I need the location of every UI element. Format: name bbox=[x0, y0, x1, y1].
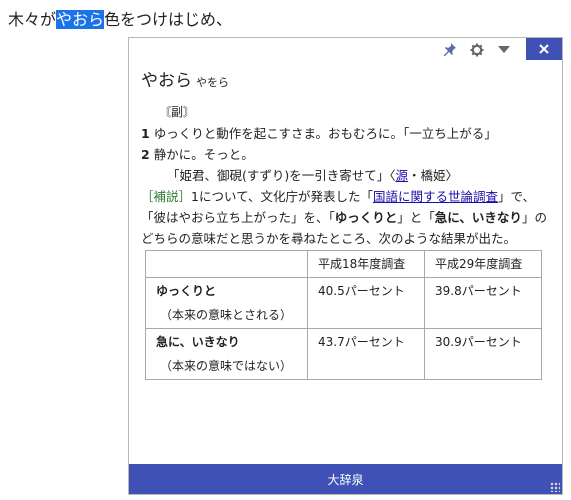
row-label: 急に、いきなり （本来の意味ではない） bbox=[145, 328, 308, 380]
table-header-cell: 平成29年度調査 bbox=[424, 250, 542, 278]
note-bold: ゆっくりと bbox=[334, 210, 398, 225]
table-row: 急に、いきなり （本来の意味ではない） 43.7パーセント 30.9パーセント bbox=[145, 328, 542, 380]
resize-handle[interactable] bbox=[550, 482, 560, 492]
table-header-row: 平成18年度調査 平成29年度調査 bbox=[145, 250, 542, 278]
def-number: 1 bbox=[141, 126, 150, 141]
close-button[interactable] bbox=[526, 38, 562, 60]
text-before: 木々が bbox=[8, 10, 57, 29]
headword: やおら やをら bbox=[141, 68, 552, 96]
note-text: 」と「 bbox=[397, 210, 435, 225]
note-bold: 急に、いきなり bbox=[434, 210, 522, 225]
popup-toolbar bbox=[129, 38, 562, 62]
table-cell: 40.5パーセント bbox=[307, 277, 425, 329]
table-row: ゆっくりと （本来の意味とされる） 40.5パーセント 39.8パーセント bbox=[145, 277, 542, 329]
close-icon bbox=[539, 44, 549, 54]
table-header-cell: 平成18年度調査 bbox=[307, 250, 425, 278]
survey-link[interactable]: 国語に関する世論調査 bbox=[373, 189, 498, 204]
row-label-sub: （本来の意味ではない） bbox=[160, 359, 293, 373]
supplementary-note: ［補説］1について、文化庁が発表した「国語に関する世論調査」で、「彼はやおら立ち… bbox=[141, 186, 552, 249]
headword-text: やおら bbox=[141, 71, 192, 91]
chevron-down-icon[interactable] bbox=[495, 41, 513, 59]
row-label-main: ゆっくりと bbox=[156, 284, 217, 298]
text-after: 色をつけはじめ、 bbox=[104, 10, 233, 29]
popup-footer[interactable]: 大辞泉 bbox=[129, 464, 562, 494]
headword-reading: やをら bbox=[196, 76, 229, 89]
note-tag: ［補説］ bbox=[141, 189, 192, 204]
popup-content: やおら やをら 〘副〙 1 ゆっくりと動作を起こすさま。おもむろに。「一立ち上がる」… bbox=[141, 68, 552, 380]
example-quote: 「姫君、御硯(すずり)を一引き寄せて」〈源・橋姫〉 bbox=[141, 165, 552, 186]
table-cell: 39.8パーセント bbox=[424, 277, 542, 329]
row-label: ゆっくりと （本来の意味とされる） bbox=[145, 277, 308, 329]
quote-rest: ・橋姫〉 bbox=[408, 168, 459, 183]
pin-icon[interactable] bbox=[441, 41, 459, 59]
survey-table: 平成18年度調査 平成29年度調査 ゆっくりと （本来の意味とされる） 40.5パ… bbox=[145, 250, 542, 380]
note-text: 1について、文化庁が発表した「 bbox=[191, 189, 373, 204]
def-text: ゆっくりと動作を起こすさま。おもむろに。「一立ち上がる」 bbox=[153, 126, 497, 141]
definition-2: 2 静かに。そっと。 bbox=[141, 144, 552, 165]
part-of-speech: 〘副〙 bbox=[159, 105, 196, 119]
table-header-cell bbox=[145, 250, 308, 278]
table-cell: 43.7パーセント bbox=[307, 328, 425, 380]
definition-1: 1 ゆっくりと動作を起こすさま。おもむろに。「一立ち上がる」 bbox=[141, 123, 552, 144]
row-label-main: 急に、いきなり bbox=[156, 335, 240, 349]
dictionary-popup: やおら やをら 〘副〙 1 ゆっくりと動作を起こすさま。おもむろに。「一立ち上がる」… bbox=[128, 37, 563, 495]
gear-icon[interactable] bbox=[468, 41, 486, 59]
dictionary-name: 大辞泉 bbox=[327, 472, 364, 487]
def-number: 2 bbox=[141, 147, 150, 162]
source-link[interactable]: 源 bbox=[396, 168, 409, 183]
table-cell: 30.9パーセント bbox=[424, 328, 542, 380]
quote-text: 「姫君、御硯(すずり)を一引き寄せて」〈 bbox=[167, 168, 396, 183]
row-label-sub: （本来の意味とされる） bbox=[160, 308, 293, 322]
page-sentence: 木々がやおら色をつけはじめ、 bbox=[8, 8, 232, 32]
selected-text[interactable]: やおら bbox=[56, 10, 105, 29]
def-text: 静かに。そっと。 bbox=[153, 147, 254, 162]
